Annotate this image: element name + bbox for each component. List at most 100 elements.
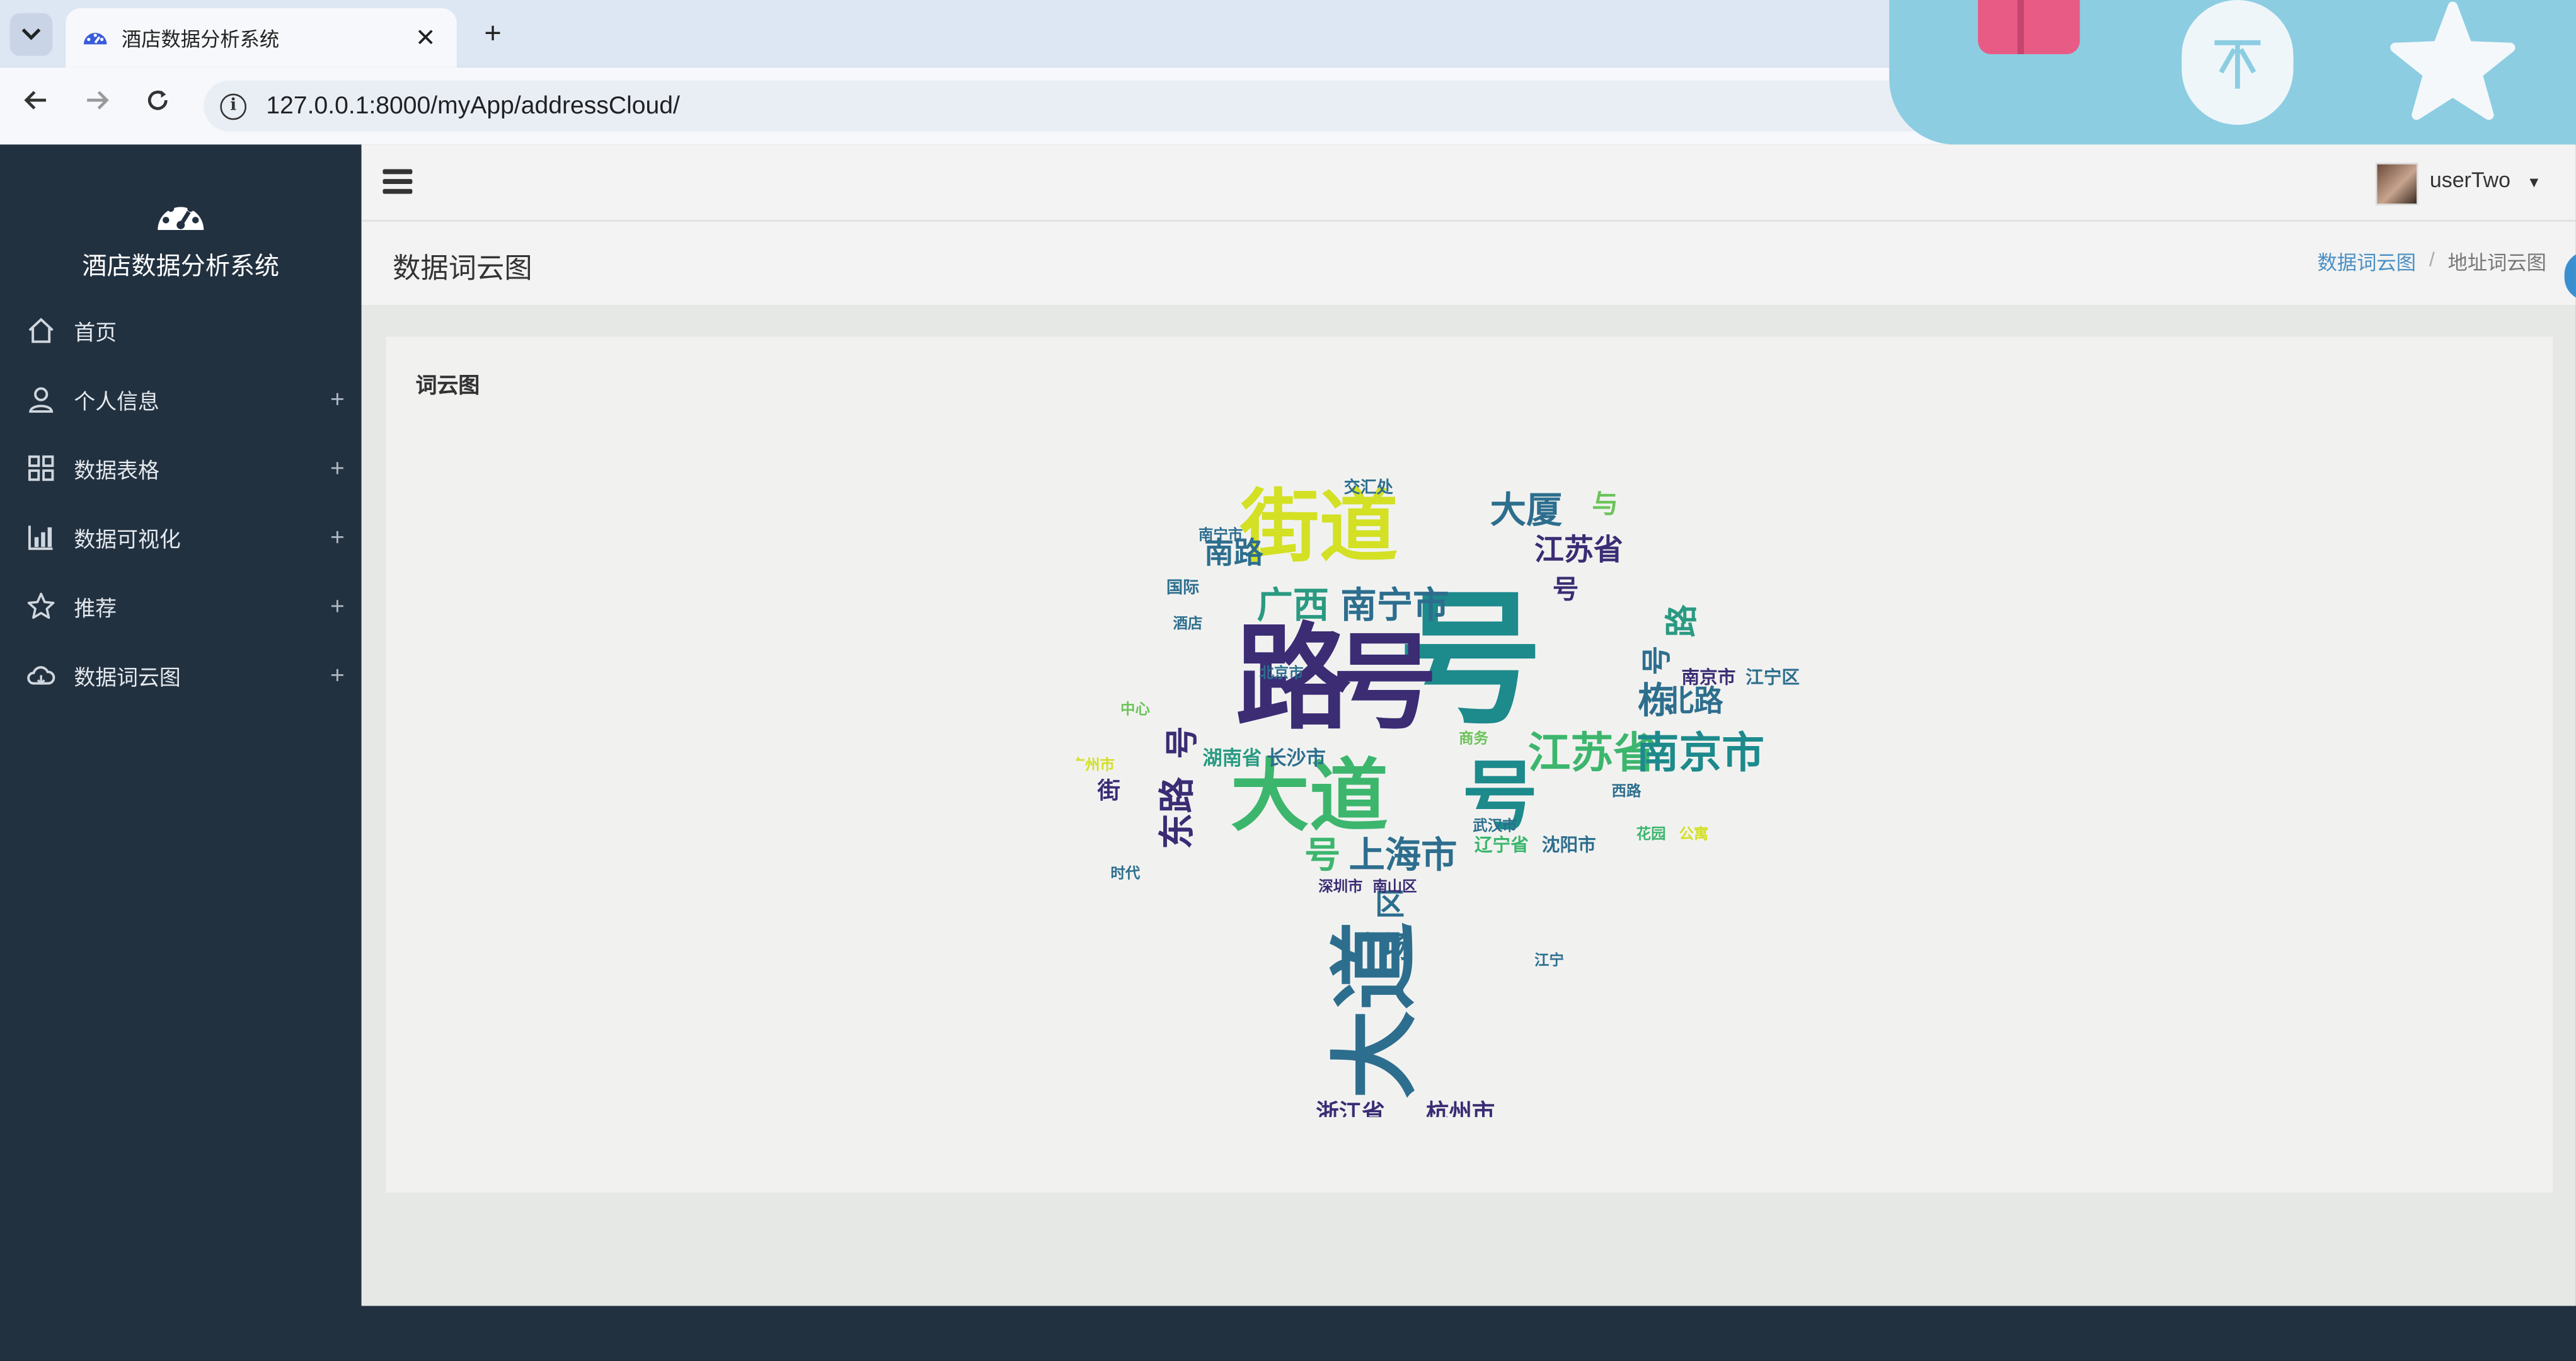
sidebar-item-label: 推荐 bbox=[74, 595, 117, 621]
sidebar-item-wordcloud[interactable]: 数据词云图 + bbox=[0, 641, 362, 709]
wordcloud-word: 号 bbox=[1553, 574, 1579, 605]
bar-chart-icon bbox=[28, 525, 53, 550]
bookmark-ribbon-icon[interactable] bbox=[1977, 0, 2080, 55]
wordcloud-word: 南京市 bbox=[1636, 728, 1764, 778]
breadcrumb-current: 地址词云图 bbox=[2447, 251, 2547, 275]
sidebar-item-label: 数据表格 bbox=[74, 457, 159, 483]
user-icon bbox=[29, 387, 54, 413]
wordcloud-word: 国际 bbox=[1166, 578, 1199, 597]
dashboard-gauge-icon bbox=[158, 200, 204, 230]
wordcloud-word: 南山区 bbox=[1372, 877, 1417, 895]
wordcloud-word: 杭州市 bbox=[1426, 1099, 1495, 1117]
breadcrumb-separator: / bbox=[2429, 248, 2435, 272]
breadcrumb: 数据词云图 / 地址词云图 bbox=[2318, 248, 2546, 276]
menu-toggle-icon[interactable] bbox=[382, 169, 413, 196]
reload-button[interactable] bbox=[138, 87, 178, 127]
home-icon bbox=[28, 318, 54, 343]
page-title: 数据词云图 bbox=[393, 253, 532, 285]
wordcloud-word: 武汉市 bbox=[1473, 817, 1517, 834]
user-name[interactable]: userTwo bbox=[2430, 168, 2510, 192]
wordcloud-word: 江宁 bbox=[1534, 951, 1564, 969]
wordcloud-word: 南宁市 bbox=[1199, 525, 1243, 543]
address-wordcloud: 号路号大道 号街道大道大厦江苏省南京市广西 南宁市上海市号东路南路号江苏省栋北路广场… bbox=[1076, 478, 1800, 1117]
new-tab-button[interactable]: + bbox=[474, 14, 510, 50]
page-header: 数据词云图 数据词云图 / 地址词云图 bbox=[361, 220, 2576, 306]
wordcloud-word: 江宁区 bbox=[1745, 667, 1800, 688]
wordcloud-word: 号 bbox=[1332, 622, 1437, 744]
reload-icon bbox=[147, 90, 168, 110]
wordcloud-word: 号 bbox=[1640, 646, 1675, 675]
dashboard-icon bbox=[83, 33, 107, 45]
wordcloud-word: 南京市 bbox=[1681, 667, 1735, 688]
expand-plus-icon[interactable]: + bbox=[330, 592, 345, 620]
sidebar-item-label: 首页 bbox=[74, 319, 117, 345]
wordcloud-word: 上海市 bbox=[1348, 834, 1457, 876]
top-navbar: userTwo ▼ bbox=[361, 144, 2576, 221]
wordcloud-word: 辽宁省 bbox=[1475, 834, 1529, 856]
wordcloud-word: 大厦 bbox=[1490, 489, 1563, 531]
wordcloud-word: 商务 bbox=[1459, 730, 1488, 747]
sidebar-item-recommend[interactable]: 推荐 + bbox=[0, 571, 362, 640]
wordcloud-word: 号 bbox=[1164, 726, 1202, 759]
screen: 酒店数据分析系统 ✕ + i 127.0.0.1:8000/myApp/addr… bbox=[0, 0, 2576, 1360]
sidebar-item-visualization[interactable]: 数据可视化 + bbox=[0, 503, 362, 571]
avatar[interactable] bbox=[2375, 163, 2418, 205]
sidebar-item-profile[interactable]: 个人信息 + bbox=[0, 365, 362, 434]
address-bar[interactable]: i 127.0.0.1:8000/myApp/addressCloud/ bbox=[204, 80, 1978, 132]
tab-title: 酒店数据分析系统 bbox=[121, 27, 280, 50]
text-glyph-icon bbox=[2214, 40, 2261, 89]
forward-button[interactable] bbox=[78, 87, 117, 127]
main-content: 词云图 号路号大道号街道 大道 大厦 江苏省 南京市 广西 南宁市 上海市号东路 南路号江苏省栋… bbox=[361, 305, 2576, 1306]
star-icon bbox=[27, 592, 55, 619]
wordcloud-word: 广西 bbox=[1256, 584, 1329, 626]
wordcloud-word: 湖南省 bbox=[1202, 747, 1262, 769]
wordcloud-card: 词云图 号路号大道号街道 大道 大厦 江苏省 南京市 广西 南宁市 上海市号东路 南路号江苏省栋… bbox=[386, 336, 2553, 1193]
sidebar-item-home[interactable]: 首页 bbox=[0, 296, 362, 364]
site-info-icon[interactable]: i bbox=[220, 93, 247, 120]
expand-plus-icon[interactable]: + bbox=[330, 661, 345, 689]
back-button[interactable] bbox=[16, 87, 56, 127]
wordcloud-word: 北路 bbox=[1664, 684, 1723, 718]
forward-arrow-icon bbox=[87, 91, 109, 110]
caret-down-icon[interactable]: ▼ bbox=[2527, 168, 2541, 197]
wordcloud-word: 东路 bbox=[1156, 777, 1199, 849]
expand-plus-icon[interactable]: + bbox=[330, 454, 345, 482]
wordcloud-word: 公寓 bbox=[1679, 825, 1708, 842]
sidebar-item-label: 数据词云图 bbox=[74, 664, 181, 689]
wordcloud-word: 时代 bbox=[1110, 864, 1140, 881]
sidebar-item-data-table[interactable]: 数据表格 + bbox=[0, 434, 362, 502]
sidebar-item-label: 个人信息 bbox=[74, 388, 159, 413]
wordcloud-word: 交汇处 bbox=[1344, 478, 1394, 497]
wordcloud-word: 浙江省 bbox=[1316, 1099, 1384, 1117]
url-text[interactable]: 127.0.0.1:8000/myApp/addressCloud/ bbox=[266, 92, 680, 120]
footer bbox=[361, 1306, 2576, 1360]
tab-list-button[interactable] bbox=[9, 13, 53, 56]
tab-close-icon[interactable]: ✕ bbox=[411, 23, 440, 52]
sidebar-item-label: 数据可视化 bbox=[74, 526, 181, 551]
wordcloud-word: 号 bbox=[1304, 834, 1340, 876]
wordcloud-word: 花园 bbox=[1636, 825, 1666, 842]
expand-plus-icon[interactable]: + bbox=[330, 385, 345, 413]
floating-widget-overlay bbox=[1889, 0, 2576, 145]
wordcloud-word: 北京市 bbox=[1259, 663, 1303, 681]
wordcloud-word: 广场 bbox=[1352, 930, 1412, 965]
chevron-down-icon bbox=[21, 28, 41, 40]
breadcrumb-link[interactable]: 数据词云图 bbox=[2318, 248, 2416, 276]
wordcloud-word: 江苏省 bbox=[1534, 532, 1623, 567]
browser-tab[interactable]: 酒店数据分析系统 ✕ bbox=[66, 8, 457, 67]
card-title: 词云图 bbox=[415, 372, 480, 398]
grid-icon bbox=[28, 455, 54, 481]
brand-title: 酒店数据分析系统 bbox=[82, 253, 280, 281]
wordcloud-word: 街 bbox=[1097, 777, 1120, 804]
wordcloud-word: 南宁市 bbox=[1340, 584, 1449, 626]
wordcloud-word: 西路 bbox=[1612, 782, 1642, 800]
wordcloud-word: 与 bbox=[1592, 488, 1618, 519]
translate-icon[interactable] bbox=[2182, 0, 2294, 125]
favorite-star-icon[interactable] bbox=[2386, 0, 2521, 132]
sidebar: 酒店数据分析系统 首页 个人信息 + 数据表格 + 数据可视化 + 推荐 + 数… bbox=[0, 144, 362, 1360]
wordcloud-word: 沈阳市 bbox=[1542, 834, 1596, 856]
wordcloud-word: 酒店 bbox=[1173, 614, 1202, 632]
expand-plus-icon[interactable]: + bbox=[330, 523, 345, 551]
wordcloud-word: 中心 bbox=[1120, 700, 1150, 718]
wordcloud-word: 深圳市 bbox=[1318, 877, 1362, 895]
